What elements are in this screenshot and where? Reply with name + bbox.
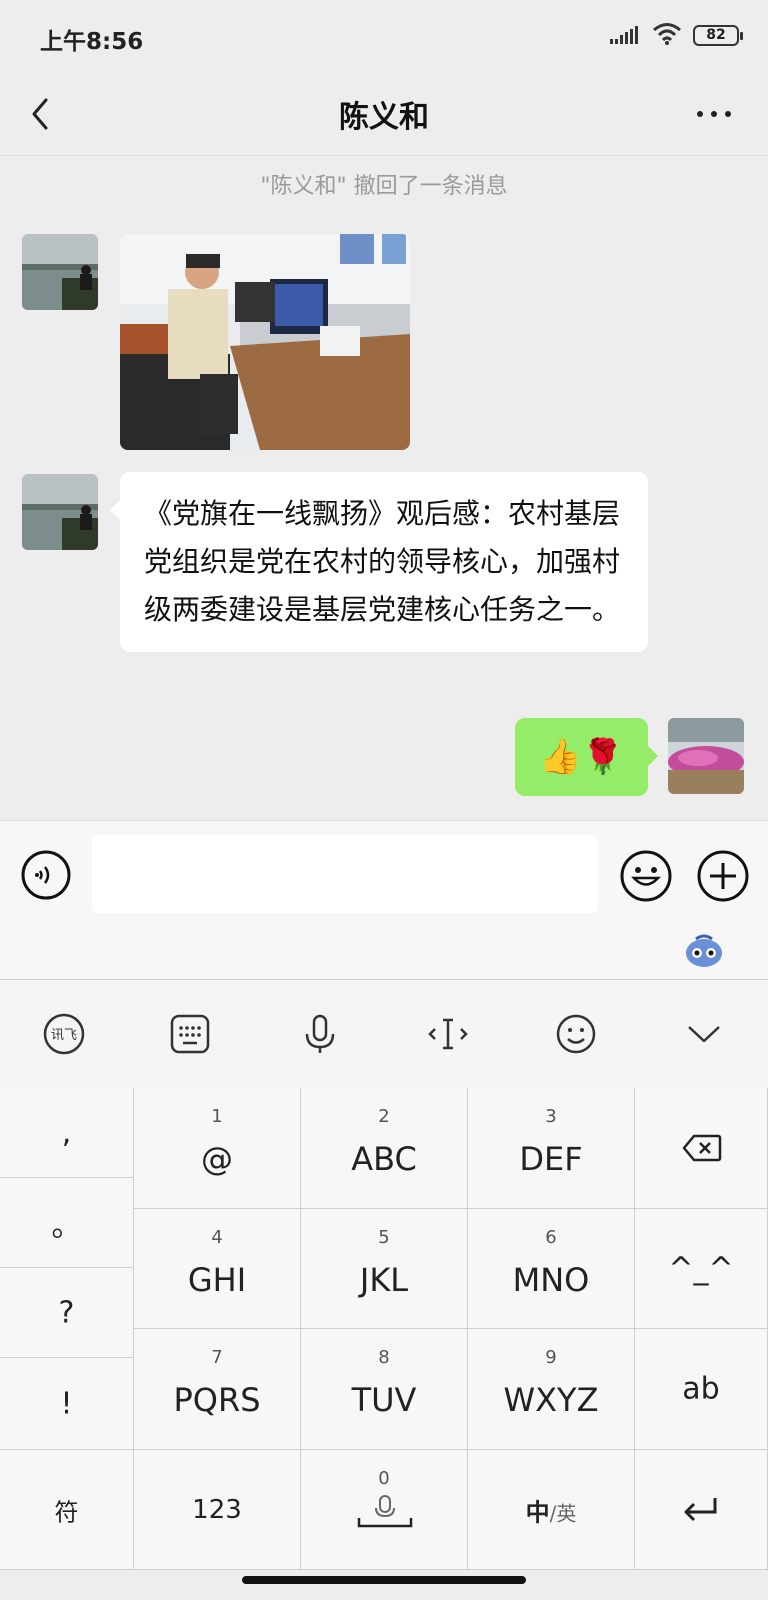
svg-text:讯飞: 讯飞 bbox=[51, 1028, 77, 1043]
punct-key-question[interactable]: ? bbox=[0, 1268, 134, 1358]
avatar-lake-image bbox=[22, 234, 98, 310]
photo-message[interactable] bbox=[120, 234, 410, 450]
space-key[interactable]: 0 bbox=[301, 1450, 468, 1570]
ab-key[interactable]: ab bbox=[635, 1329, 768, 1450]
my-avatar[interactable] bbox=[668, 718, 744, 794]
key-5[interactable]: 5 JKL bbox=[301, 1209, 468, 1329]
status-bar: 上午8:56 82 bbox=[0, 0, 768, 72]
lang-main-label: 中 bbox=[525, 1498, 550, 1526]
backspace-icon bbox=[682, 1134, 722, 1162]
key-7[interactable]: 7 PQRS bbox=[134, 1329, 301, 1450]
key-9[interactable]: 9 WXYZ bbox=[468, 1329, 635, 1450]
home-indicator[interactable] bbox=[242, 1576, 526, 1584]
sent-emoji-bubble[interactable]: 👍🌹 bbox=[515, 718, 658, 796]
signal-icon bbox=[610, 26, 638, 44]
punct-key-period[interactable]: 。 bbox=[0, 1178, 134, 1268]
key-3[interactable]: 3 DEF bbox=[468, 1088, 635, 1209]
message-input-bar bbox=[0, 820, 768, 980]
contact-avatar[interactable] bbox=[22, 234, 98, 310]
punct-key-exclamation[interactable]: ! bbox=[0, 1358, 134, 1450]
ime-logo-icon[interactable]: 讯飞 bbox=[40, 1010, 88, 1058]
text-message-bubble[interactable]: 《党旗在一线飘扬》观后感：农村基层党组织是党在农村的领导核心，加强村级两委建设是… bbox=[110, 472, 648, 652]
collapse-keyboard-icon[interactable] bbox=[680, 1010, 728, 1058]
enter-icon bbox=[684, 1498, 717, 1522]
message-input[interactable] bbox=[92, 835, 598, 913]
avatar-lake-image bbox=[22, 474, 98, 550]
enter-key[interactable] bbox=[635, 1450, 768, 1570]
microphone-icon[interactable] bbox=[296, 1010, 344, 1058]
backspace-key[interactable] bbox=[635, 1088, 768, 1209]
wifi-icon bbox=[653, 23, 681, 45]
emoji-panel-icon[interactable] bbox=[552, 1010, 600, 1058]
keyboard-layout-icon[interactable] bbox=[166, 1010, 214, 1058]
recall-notice: "陈义和" 撤回了一条消息 bbox=[260, 174, 508, 199]
chat-title: 陈义和 bbox=[339, 100, 429, 135]
number-key[interactable]: 123 bbox=[134, 1450, 301, 1570]
plus-icon[interactable] bbox=[696, 849, 750, 903]
t9-keyboard: , 。 ? ! 1 @ 2 ABC 3 DEF 4 GHI 5 JKL 6 MNO ^_^ … bbox=[0, 1088, 768, 1570]
lang-sub-label: /英 bbox=[549, 1501, 577, 1525]
emoji-icon[interactable] bbox=[619, 849, 673, 903]
more-options-icon[interactable] bbox=[692, 94, 736, 134]
space-mic-icon bbox=[357, 1495, 413, 1528]
emoticon-key[interactable]: ^_^ bbox=[635, 1209, 768, 1329]
key-6[interactable]: 6 MNO bbox=[468, 1209, 635, 1329]
chat-header: 陈义和 bbox=[0, 72, 768, 156]
status-time: 上午8:56 bbox=[40, 29, 144, 55]
assistant-bot-icon[interactable] bbox=[684, 933, 724, 969]
key-4[interactable]: 4 GHI bbox=[134, 1209, 301, 1329]
office-photo-image bbox=[120, 234, 410, 450]
language-switch-key[interactable]: 中/英 bbox=[468, 1450, 635, 1570]
key-2[interactable]: 2 ABC bbox=[301, 1088, 468, 1209]
voice-input-icon[interactable] bbox=[20, 849, 72, 901]
avatar-flowers-image bbox=[668, 718, 744, 794]
contact-avatar[interactable] bbox=[22, 474, 98, 550]
cursor-move-icon[interactable] bbox=[424, 1010, 472, 1058]
punct-key-comma[interactable]: , bbox=[0, 1088, 134, 1178]
symbol-key[interactable]: 符 bbox=[0, 1450, 134, 1570]
key-1[interactable]: 1 @ bbox=[134, 1088, 301, 1209]
battery-indicator: 82 bbox=[693, 25, 743, 46]
key-8[interactable]: 8 TUV bbox=[301, 1329, 468, 1450]
keyboard-toolbar: 讯飞 bbox=[0, 980, 768, 1088]
